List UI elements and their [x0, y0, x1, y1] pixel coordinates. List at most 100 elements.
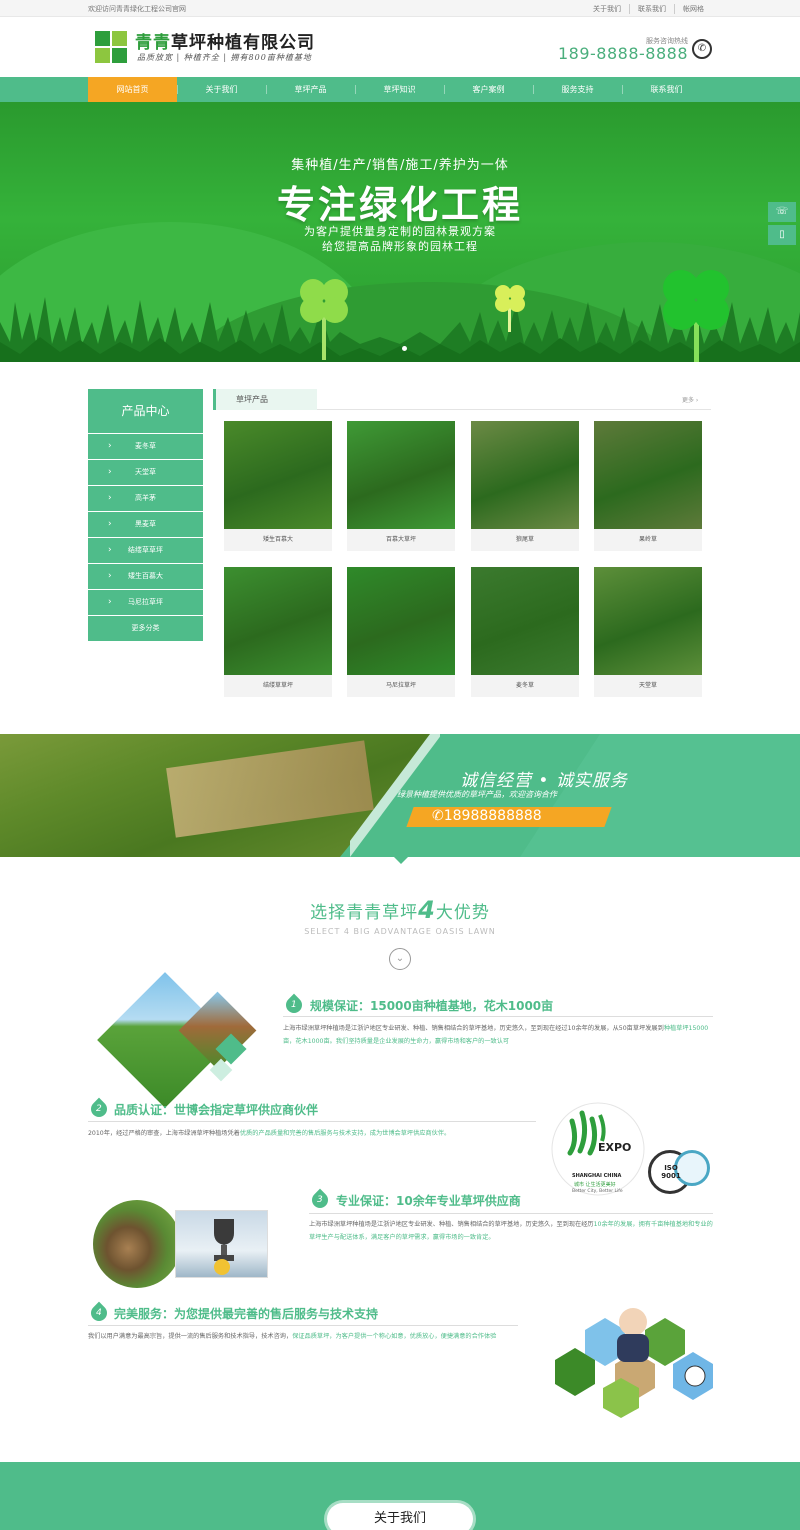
- top-link-sitemap[interactable]: 帐网格: [674, 4, 712, 14]
- category-more[interactable]: 更多分类: [88, 616, 203, 641]
- hotline-number: 189-8888-8888: [557, 44, 688, 63]
- product-name[interactable]: 马尼拉草坪: [347, 675, 455, 697]
- trophy-icon: [214, 1219, 234, 1275]
- advantage-heading: 规模保证：15000亩种植基地，花木1000亩: [310, 999, 554, 1013]
- expo-motto-en: Better City, Better Life: [572, 1189, 623, 1194]
- product-name[interactable]: 麦冬草: [471, 675, 579, 697]
- category-title: 产品中心: [88, 389, 203, 433]
- top-link-contact[interactable]: 联系我们: [629, 4, 674, 14]
- product-image[interactable]: [594, 567, 702, 675]
- products-tab[interactable]: 草坪产品: [213, 389, 317, 410]
- product-name[interactable]: 结缕草草坪: [224, 675, 332, 697]
- divider: [88, 1325, 518, 1326]
- about-us-button[interactable]: 关于我们: [327, 1503, 473, 1530]
- slider-dot[interactable]: [402, 346, 407, 351]
- nav-about[interactable]: 关于我们: [177, 77, 266, 102]
- iso-badge: ISO 9001: [648, 1150, 710, 1198]
- top-links: 关于我们 联系我们 帐网格: [585, 4, 712, 14]
- nav-knowledge[interactable]: 草坪知识: [355, 77, 444, 102]
- advantage-text: 上海市绿洲草坪种植场是江浙沪地区专业研发、种植、销售相结合的草坪基地，历史悠久，…: [283, 1025, 709, 1045]
- hero-banner: 集种植/生产/销售/施工/养护为一体 专注绿化工程 为客户提供量身定制的园林景观…: [0, 102, 800, 362]
- clover-left-icon: [300, 279, 348, 360]
- product-card[interactable]: 果岭草: [594, 421, 702, 551]
- product-card[interactable]: 天堂草: [594, 567, 702, 697]
- category-item[interactable]: 马尼拉草坪: [88, 590, 203, 615]
- top-link-about[interactable]: 关于我们: [585, 4, 629, 14]
- category-item[interactable]: 高羊茅: [88, 486, 203, 511]
- number-badge: 3: [308, 1188, 332, 1212]
- banner-subtitle: 集种植/生产/销售/施工/养护为一体: [291, 158, 509, 173]
- company-slogan: 品质放宽 | 种植齐全 | 拥有800亩种植基地: [137, 53, 312, 62]
- lawn-roll-photo: [0, 734, 440, 857]
- advantages-title: 选择青青草坪4大优势: [310, 896, 490, 924]
- nav-cases[interactable]: 客户案例: [444, 77, 533, 102]
- advantage-heading: 品质认证：世博会指定草坪供应商伙伴: [114, 1103, 319, 1117]
- category-sidebar: 产品中心 麦冬草 天堂草 高羊茅 黑麦草 结缕草草坪 矮生百慕大 马尼拉草坪 更…: [88, 389, 203, 641]
- advantage-heading: 完美服务：为您提供最完善的售后服务与技术支持: [114, 1307, 379, 1321]
- product-card[interactable]: 矮生百慕大: [224, 421, 332, 551]
- phone-icon: ✆: [692, 39, 712, 59]
- chevron-down-icon[interactable]: ⌄: [389, 948, 411, 970]
- advantage-heading: 专业保证：10余年专业草坪供应商: [336, 1194, 521, 1208]
- product-name[interactable]: 百慕大草坪: [347, 529, 455, 551]
- clover-right-icon: [663, 270, 729, 362]
- nav-products[interactable]: 草坪产品: [266, 77, 355, 102]
- divider: [309, 1213, 713, 1214]
- divider: [88, 1121, 536, 1122]
- headset-icon[interactable]: ☏: [768, 202, 796, 222]
- product-image[interactable]: [471, 567, 579, 675]
- top-bar: 欢迎访问青青绿化工程公司官网 关于我们 联系我们 帐网格: [0, 0, 800, 17]
- expo-motto: 城市 让生活更美好: [574, 1182, 616, 1188]
- number-badge: 4: [87, 1301, 111, 1325]
- product-image[interactable]: [347, 421, 455, 529]
- integrity-phone[interactable]: ✆18988888888: [432, 808, 542, 824]
- category-item[interactable]: 麦冬草: [88, 434, 203, 459]
- integrity-banner: 诚信经营 • 诚实服务 绿景种植提供优质的草坪产品，欢迎咨询合作 ✆189888…: [0, 734, 800, 857]
- welcome-text: 欢迎访问青青绿化工程公司官网: [88, 5, 186, 13]
- expo-text: EXPO: [598, 1141, 632, 1154]
- product-card[interactable]: 麦冬草: [471, 567, 579, 697]
- advantage-text: 我们以用户满意为最高宗旨，提供一流的售后服务和技术指导，技术咨询，保证品质草坪，…: [88, 1333, 497, 1340]
- clover-small-icon: [495, 285, 525, 332]
- category-item[interactable]: 天堂草: [88, 460, 203, 485]
- product-name[interactable]: 果岭草: [594, 529, 702, 551]
- divider: [317, 409, 711, 410]
- product-image[interactable]: [471, 421, 579, 529]
- integrity-subtitle: 绿景种植提供优质的草坪产品，欢迎咨询合作: [397, 790, 557, 799]
- number-badge: 2: [87, 1097, 111, 1121]
- main-nav: 网站首页 关于我们 草坪产品 草坪知识 客户案例 服务支持 联系我们: [0, 77, 800, 102]
- banner-line-1: 为客户提供量身定制的园林景观方案: [304, 225, 496, 238]
- product-name[interactable]: 狼尾草: [471, 529, 579, 551]
- product-image[interactable]: [347, 567, 455, 675]
- advantage-text: 2010年，经过严格的审查，上海市绿洲草坪种植场凭着优质的产品质量和完善的售后服…: [88, 1130, 451, 1137]
- advantage-text: 上海市绿洲草坪种植场是江浙沪地区专业研发、种植、销售相结合的草坪基地，历史悠久，…: [309, 1221, 713, 1241]
- product-card[interactable]: 狼尾草: [471, 421, 579, 551]
- expo-sub: SHANGHAI CHINA: [572, 1173, 622, 1179]
- product-card[interactable]: 结缕草草坪: [224, 567, 332, 697]
- down-arrow-icon: [393, 856, 409, 864]
- iso-text: ISO 9001: [661, 1164, 681, 1180]
- nav-support[interactable]: 服务支持: [533, 77, 622, 102]
- product-image[interactable]: [224, 421, 332, 529]
- product-card[interactable]: 马尼拉草坪: [347, 567, 455, 697]
- banner-title: 专注绿化工程: [276, 183, 523, 227]
- lawn-roll-circle-image: [93, 1200, 181, 1288]
- number-badge: 1: [282, 993, 306, 1017]
- advantages-subtitle-en: SELECT 4 BIG ADVANTAGE OASIS LAWN: [304, 927, 496, 936]
- products-more-link[interactable]: 更多 ›: [682, 395, 698, 404]
- product-image[interactable]: [594, 421, 702, 529]
- nav-contact[interactable]: 联系我们: [622, 77, 711, 102]
- category-item[interactable]: 结缕草草坪: [88, 538, 203, 563]
- service-hexagon-collage: [555, 1308, 713, 1418]
- product-name[interactable]: 矮生百慕大: [224, 529, 332, 551]
- category-item[interactable]: 矮生百慕大: [88, 564, 203, 589]
- divider: [283, 1016, 713, 1017]
- category-item[interactable]: 黑麦草: [88, 512, 203, 537]
- product-name[interactable]: 天堂草: [594, 675, 702, 697]
- nav-home[interactable]: 网站首页: [88, 77, 177, 102]
- product-image[interactable]: [224, 567, 332, 675]
- logo-icon[interactable]: [95, 31, 127, 63]
- mobile-icon[interactable]: ▯: [768, 225, 796, 245]
- product-card[interactable]: 百慕大草坪: [347, 421, 455, 551]
- trophy-image: [175, 1210, 268, 1278]
